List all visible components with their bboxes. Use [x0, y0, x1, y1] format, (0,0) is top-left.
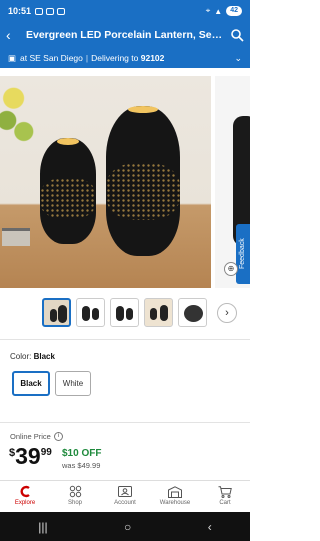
zoom-icon[interactable]: ⊕ — [224, 262, 238, 276]
info-icon[interactable]: i — [53, 432, 63, 441]
price-dollars: 39 — [15, 443, 41, 469]
nav-cart-label: Cart — [219, 500, 231, 506]
color-label: Color: Black — [10, 352, 55, 361]
product-gallery[interactable] — [0, 76, 250, 288]
was-price: was $49.99 — [62, 461, 101, 470]
book-decoration — [2, 228, 30, 246]
large-lantern-image — [106, 106, 180, 256]
nav-account-label: Account — [114, 500, 136, 506]
feedback-tab[interactable]: Feedback — [236, 224, 250, 284]
store-name: at SE San Diego — [20, 53, 83, 63]
price-label: Online Price i — [10, 432, 63, 441]
thumbnail-4[interactable] — [144, 298, 173, 327]
status-right: ⌖ ▲ 42 — [206, 6, 242, 16]
store-location-bar[interactable]: ▣ at SE San Diego | Delivering to 92102 … — [0, 48, 250, 68]
status-time: 10:51 — [8, 6, 32, 16]
nav-shop-label: Shop — [67, 500, 82, 506]
product-main-image[interactable] — [0, 76, 211, 288]
lantern-glow — [128, 106, 158, 113]
thumbnail-3[interactable] — [110, 298, 139, 327]
location-status-icon: ⌖ — [205, 6, 211, 15]
nav-shop[interactable]: Shop — [50, 481, 100, 512]
color-label-text: Color: — [10, 352, 32, 361]
cart-icon — [218, 485, 232, 498]
thumbnail-1[interactable] — [42, 298, 71, 327]
search-icon[interactable] — [230, 28, 244, 42]
delivery-zip: 92102 — [140, 53, 165, 63]
battery-icon: 42 — [226, 6, 242, 16]
divider — [0, 339, 250, 340]
account-card-icon — [118, 485, 132, 498]
status-bar: 10:51 ⌖ ▲ 42 — [0, 0, 250, 22]
plant-decoration — [0, 76, 34, 150]
divider — [0, 422, 250, 423]
separator: | — [85, 53, 89, 63]
bottom-nav: Explore Shop Account Warehouse Cart — [0, 480, 250, 512]
nav-warehouse[interactable]: Warehouse — [150, 481, 200, 512]
delivering-label: Delivering to — [91, 53, 139, 63]
color-option-white[interactable]: White — [55, 371, 91, 396]
page-title: Evergreen LED Porcelain Lantern, Set of.… — [26, 29, 224, 41]
selected-color: Black — [33, 352, 55, 361]
thumbnail-2[interactable] — [76, 298, 105, 327]
app-header: ‹ Evergreen LED Porcelain Lantern, Set o… — [0, 22, 250, 48]
lantern-glow — [56, 138, 80, 145]
thumbnail-5[interactable] — [178, 298, 207, 327]
nav-explore[interactable]: Explore — [0, 481, 50, 512]
thumbnail-strip — [42, 298, 207, 327]
small-lantern-image — [40, 138, 96, 244]
recent-apps-icon[interactable]: ||| — [38, 520, 47, 534]
savings-badge: $10 OFF — [62, 448, 102, 459]
nav-explore-label: Explore — [14, 500, 36, 506]
color-options: Black White — [12, 371, 91, 396]
system-navigation-bar: ||| ○ ‹ — [0, 512, 250, 541]
price-label-text: Online Price — [10, 432, 51, 441]
current-price: $ 39 99 — [9, 444, 52, 468]
price-cents: 99 — [40, 447, 52, 458]
nav-account[interactable]: Account — [100, 481, 150, 512]
chevron-down-icon: ⌄ — [234, 52, 242, 63]
notification-icons — [35, 7, 66, 15]
nav-cart[interactable]: Cart — [200, 481, 250, 512]
store-icon: ▣ — [8, 52, 17, 63]
color-option-black[interactable]: Black — [12, 371, 50, 396]
thumbnail-next-button[interactable]: › — [217, 303, 237, 323]
warehouse-icon — [168, 485, 182, 498]
nav-warehouse-label: Warehouse — [159, 500, 191, 506]
back-icon[interactable]: ‹ — [208, 520, 212, 534]
home-icon[interactable]: ○ — [124, 520, 131, 534]
signal-icon: ▲ — [214, 6, 223, 16]
grid-icon — [69, 485, 82, 498]
explore-logo-icon — [19, 485, 32, 498]
back-arrow-icon[interactable]: ‹ — [6, 28, 20, 42]
